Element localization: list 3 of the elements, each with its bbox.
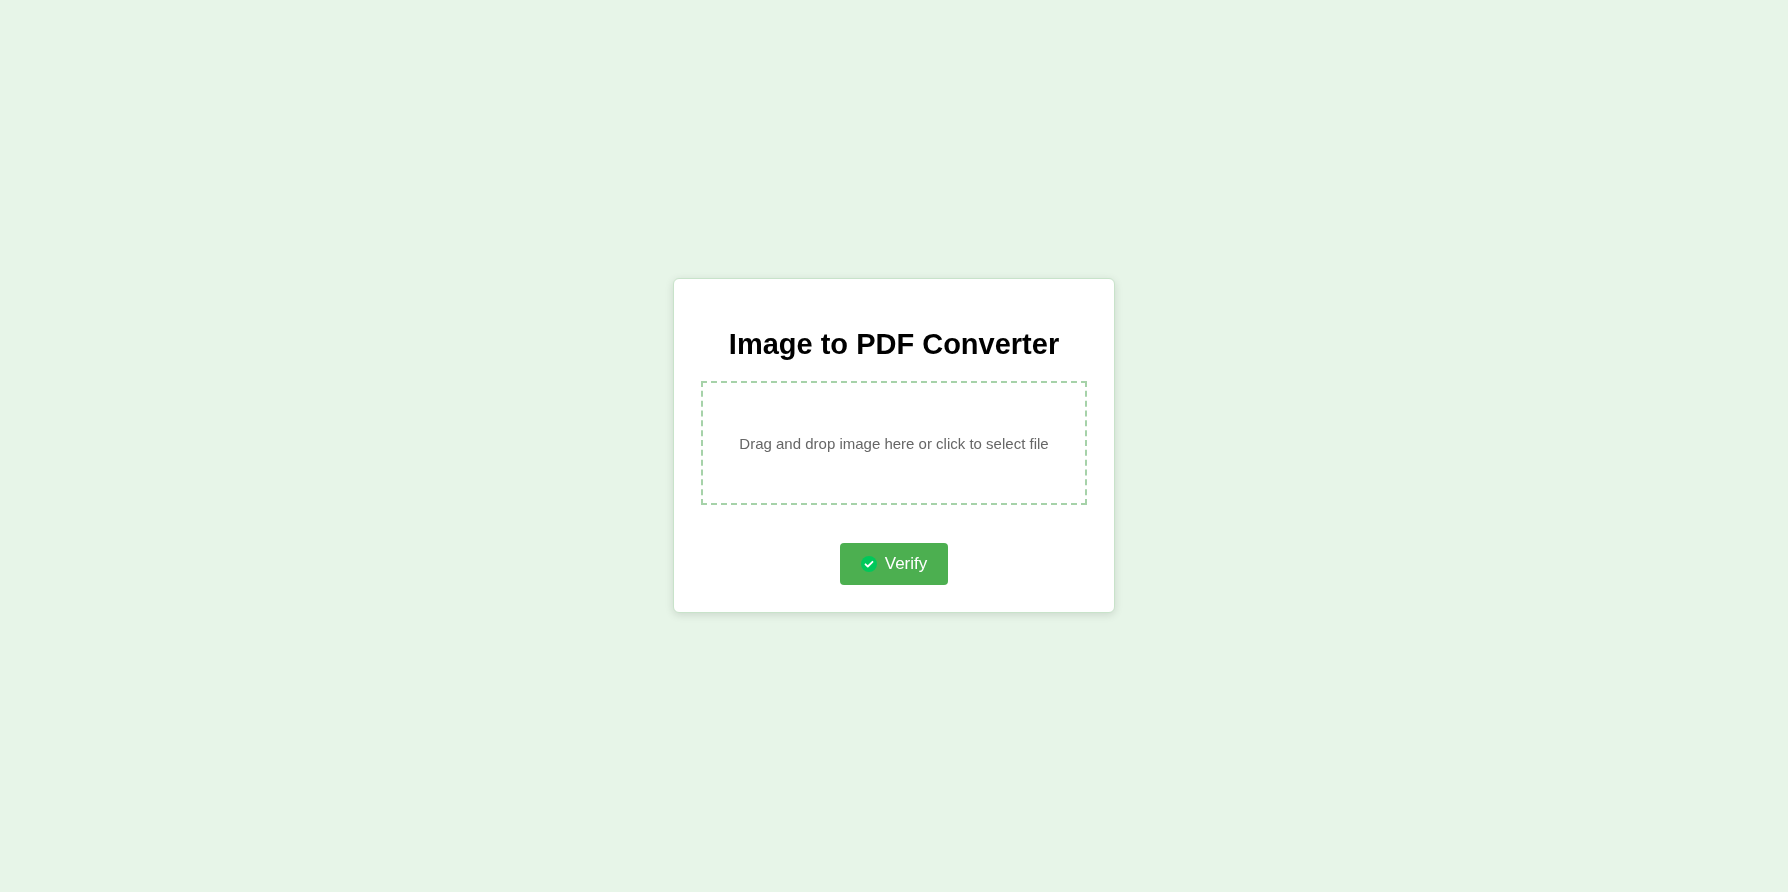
page-title: Image to PDF Converter (727, 327, 1061, 362)
check-circle-icon (860, 556, 877, 572)
drop-zone[interactable]: Drag and drop image here or click to select file (701, 381, 1087, 505)
